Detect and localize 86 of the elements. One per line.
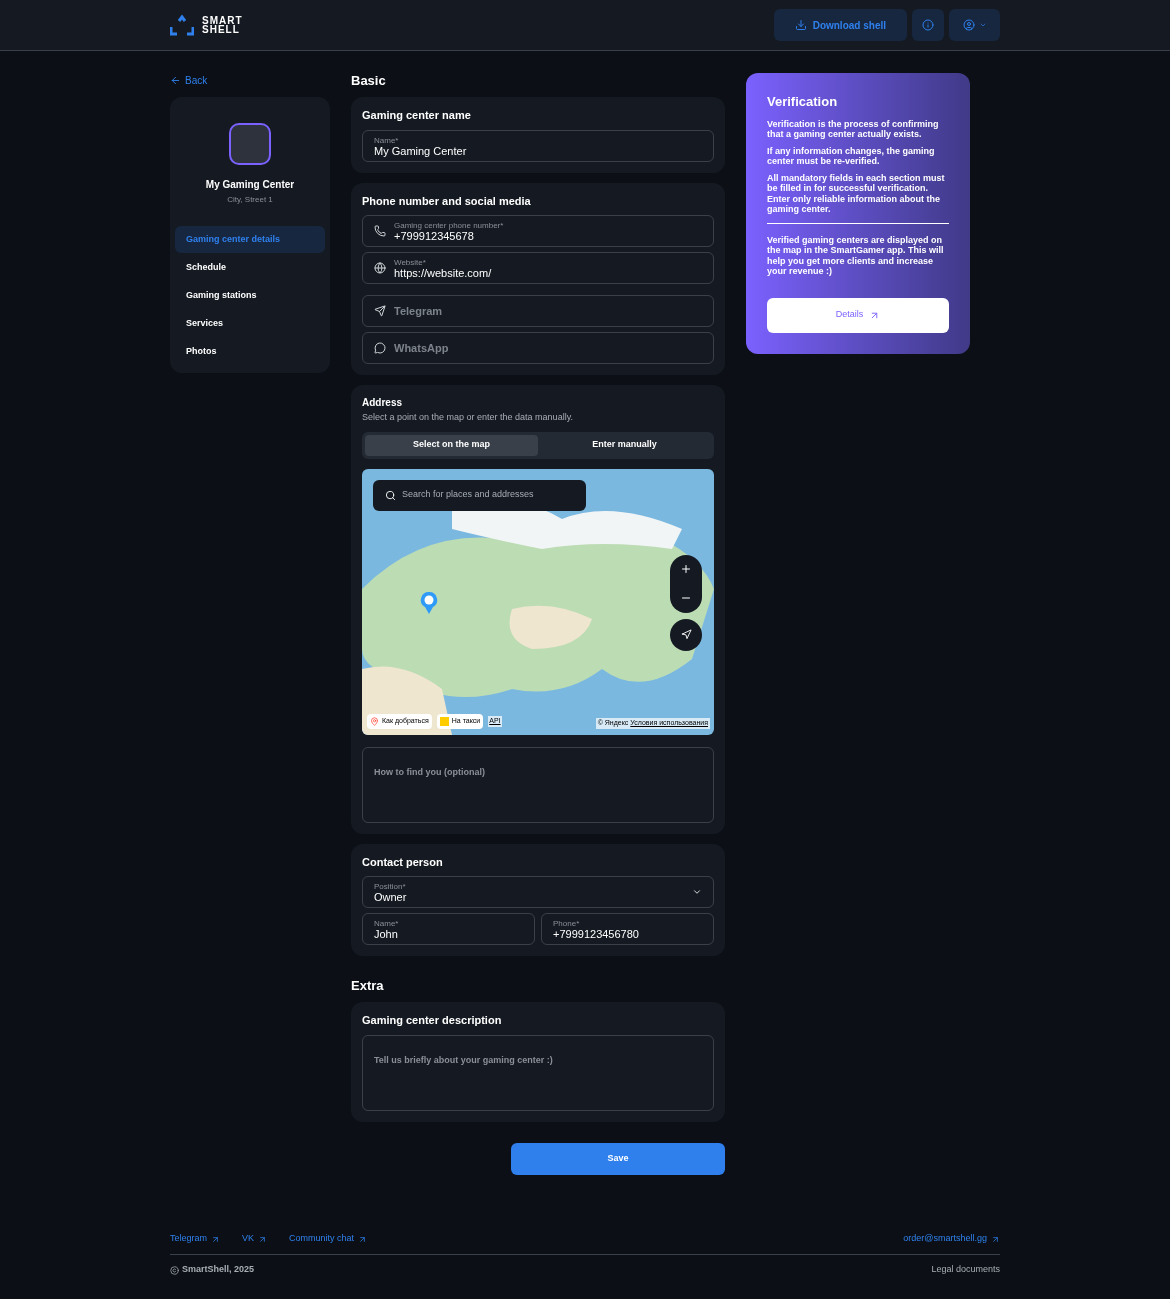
logo-icon	[170, 14, 194, 36]
card-title: Verification	[767, 93, 839, 111]
field-value: Owner	[374, 892, 407, 903]
field-label: Phone*	[553, 918, 581, 929]
info-button[interactable]	[912, 9, 944, 41]
field-value: John	[374, 929, 399, 940]
placeholder-text: Tell us briefly about your gaming center :)	[374, 1054, 553, 1065]
section-title: Address	[362, 396, 403, 410]
input-field[interactable]: Telegram	[362, 295, 714, 327]
chevron-down-icon	[692, 887, 702, 897]
arrow-up-right-icon	[358, 1234, 368, 1244]
navigation-arrow-icon	[680, 629, 692, 640]
sidebar-item[interactable]: Gaming stations	[175, 282, 325, 309]
footer-link[interactable]: Community chat	[289, 1232, 368, 1246]
arrow-up-right-icon	[211, 1234, 220, 1244]
field-value: +799912345678	[394, 231, 475, 242]
zoom-in-icon[interactable]	[680, 563, 692, 575]
info-paragraph: If any information changes, the gaming center must be re-verified.	[767, 145, 936, 167]
info-paragraph: All mandatory fields in each section must be filled in for successful verification. Enter only reliable information about the gaming center.	[767, 172, 946, 215]
text-area[interactable]: Tell us briefly about your gaming center :)	[362, 1034, 714, 1111]
download-button[interactable]: Download shell	[773, 9, 907, 41]
user-icon	[962, 19, 975, 31]
text-area[interactable]: How to find you (optional)	[362, 746, 714, 823]
tab[interactable]: Enter manually	[538, 434, 711, 456]
info-icon	[922, 19, 934, 31]
section-heading: Basic	[351, 72, 387, 90]
info-paragraph: Verification is the process of confirming that a gaming center actually exists.	[767, 118, 940, 140]
field-label: Website*	[394, 257, 427, 268]
globe-icon	[374, 262, 386, 274]
section-title: Phone number and social media	[362, 193, 532, 209]
taxi-icon	[439, 716, 449, 726]
section-title: Gaming center description	[362, 1013, 503, 1028]
arrow-up-right-icon	[258, 1234, 268, 1244]
field-label: Name*	[374, 918, 399, 929]
placeholder-text: WhatsApp	[394, 340, 449, 356]
copyright-icon	[170, 1265, 179, 1275]
phone-icon	[374, 225, 386, 237]
tab[interactable]: Select on the map	[365, 434, 538, 456]
search-icon	[385, 489, 396, 501]
download-icon	[794, 19, 807, 31]
info-paragraph: Verified gaming centers are displayed on the map in the SmartGamer app. This will help you get more clients and increase your revenue :)	[767, 234, 945, 277]
section-title: Gaming center name	[362, 108, 472, 123]
email-link[interactable]: order@smartshell.gg	[903, 1232, 1000, 1246]
paper-plane-icon	[374, 305, 386, 317]
section-title: Contact person	[362, 854, 444, 870]
back-link[interactable]: Back	[170, 71, 330, 89]
avatar	[229, 123, 271, 165]
field-label: Position*	[374, 881, 407, 892]
logo-text: SMART SHELL	[202, 16, 243, 34]
profile-name: My Gaming Center	[205, 178, 295, 192]
placeholder-text: Telegram	[394, 303, 443, 319]
footer-link[interactable]: VK	[242, 1232, 268, 1246]
save-button[interactable]: Save	[511, 1142, 725, 1175]
field-value: My Gaming Center	[374, 145, 467, 157]
footer-link[interactable]: Telegram	[170, 1232, 220, 1246]
input-field[interactable]: WhatsApp	[362, 332, 714, 364]
sidebar-item[interactable]: Services	[175, 310, 325, 337]
select-field[interactable]: Position* Owner	[362, 876, 714, 908]
chevron-down-icon	[978, 21, 987, 29]
input-field[interactable]: Gaming center phone number* +799912345678	[362, 215, 714, 247]
sidebar-item[interactable]: Gaming center details	[175, 226, 325, 253]
input-field[interactable]: Name* John	[362, 913, 535, 945]
copyright-text: SmartShell, 2025	[182, 1263, 255, 1277]
profile-address: City, Street 1	[227, 194, 273, 206]
sidebar-item[interactable]: Photos	[175, 338, 325, 365]
input-field[interactable]: Name* My Gaming Center	[362, 129, 714, 162]
input-field[interactable]: Website* https://website.com/	[362, 252, 714, 284]
section-heading: Extra	[351, 977, 385, 995]
location-pin-icon	[420, 590, 438, 615]
arrow-up-right-icon	[991, 1234, 1000, 1244]
placeholder-text: Search for places and addresses	[402, 488, 534, 502]
map-search-field[interactable]: Search for places and addresses	[373, 479, 586, 511]
field-value: +7999123456780	[553, 929, 639, 940]
map-pin-icon	[370, 716, 379, 726]
field-value: https://website.com/	[394, 268, 492, 279]
field-label: Name*	[374, 134, 400, 146]
placeholder-text: How to find you (optional)	[374, 766, 485, 777]
field-label: Gaming center phone number*	[394, 220, 504, 231]
account-button[interactable]	[949, 9, 1000, 41]
input-field[interactable]: Phone* +7999123456780	[541, 913, 714, 945]
sidebar-item[interactable]: Schedule	[175, 254, 325, 281]
details-button[interactable]: Details	[767, 297, 949, 333]
section-subtitle: Select a point on the map or enter the data manually.	[362, 411, 574, 424]
chat-bubble-icon	[374, 342, 386, 354]
arrow-left-icon	[170, 74, 181, 86]
legal-link[interactable]: Legal documents	[931, 1263, 1000, 1277]
